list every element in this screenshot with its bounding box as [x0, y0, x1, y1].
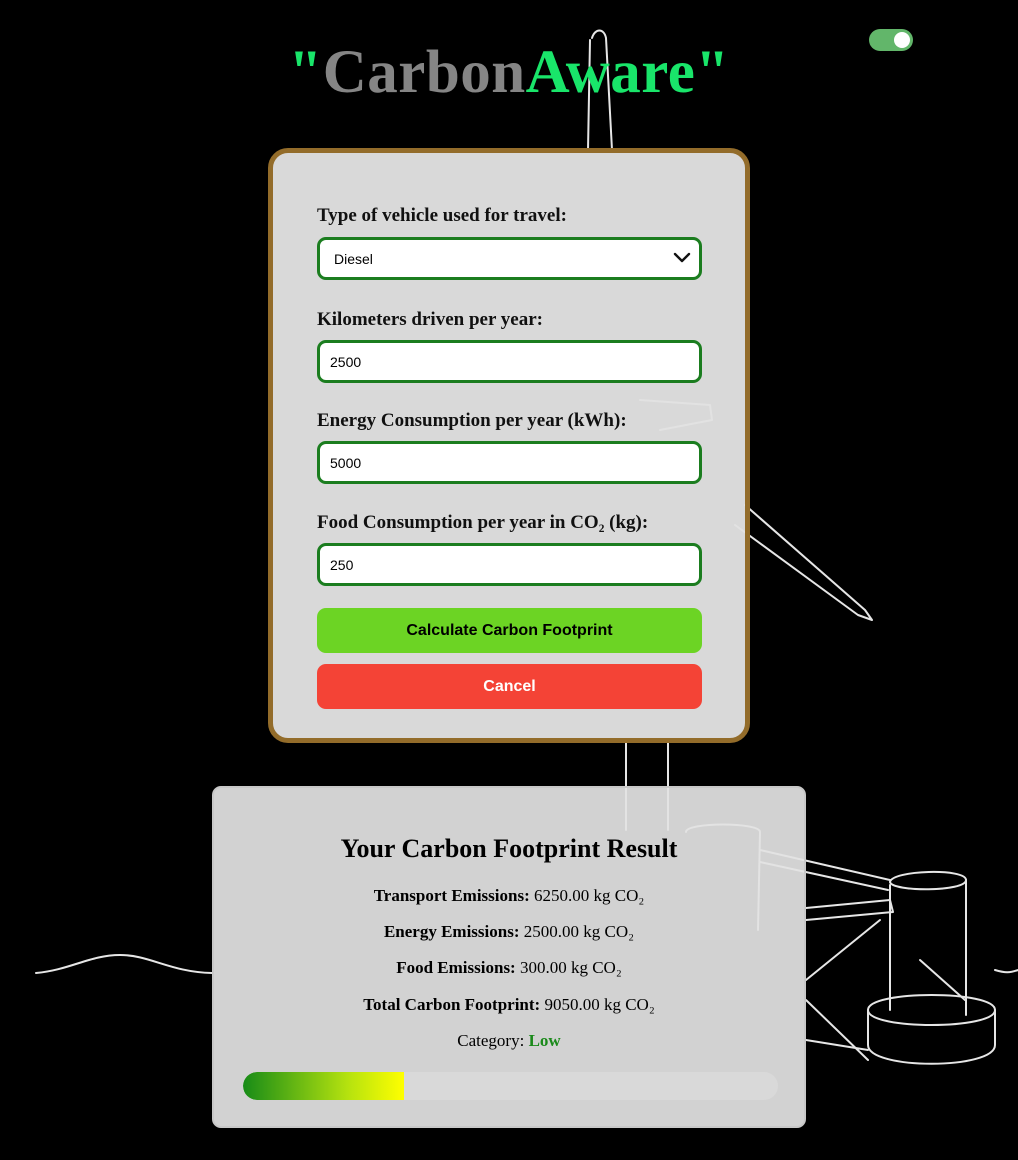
category-label: Category: — [457, 1031, 525, 1050]
title-carbon: Carbon — [322, 39, 526, 106]
total-footprint-label: Total Carbon Footprint: — [363, 995, 541, 1014]
food-emissions-line: Food Emissions: 300.00 kg CO₂ — [214, 958, 804, 978]
transport-emissions-label: Transport Emissions: — [373, 886, 530, 905]
food-emissions-label: Food Emissions: — [396, 958, 516, 977]
energy-emissions-label: Energy Emissions: — [383, 922, 520, 941]
category-value: Low — [528, 1031, 561, 1050]
category-line: Category: Low — [214, 1031, 804, 1051]
energy-input-value: 5000 — [330, 454, 362, 471]
energy-label: Energy Consumption per year (kWh): — [317, 410, 627, 431]
calculate-button[interactable]: Calculate Carbon Footprint — [317, 608, 702, 653]
total-footprint-value: 9050.00 kg CO₂ — [544, 995, 655, 1014]
title-quote-open: " — [288, 39, 323, 106]
vehicle-label: Type of vehicle used for travel: — [317, 205, 567, 226]
transport-emissions-line: Transport Emissions: 6250.00 kg CO₂ — [214, 886, 804, 906]
title-aware: Aware — [525, 39, 696, 106]
energy-emissions-line: Energy Emissions: 2500.00 kg CO₂ — [214, 922, 804, 942]
footprint-meter — [243, 1072, 778, 1100]
km-input[interactable]: 2500 — [317, 340, 702, 383]
title-quote-close: " — [695, 39, 730, 106]
food-label: Food Consumption per year in CO₂ (kg): — [317, 512, 649, 533]
km-label: Kilometers driven per year: — [317, 309, 543, 330]
vehicle-select[interactable]: Diesel — [317, 237, 702, 280]
food-input[interactable]: 250 — [317, 543, 702, 586]
result-title: Your Carbon Footprint Result — [340, 834, 678, 863]
food-emissions-value: 300.00 kg CO₂ — [519, 958, 622, 977]
total-footprint-line: Total Carbon Footprint: 9050.00 kg CO₂ — [214, 995, 804, 1015]
cancel-button[interactable]: Cancel — [317, 664, 702, 709]
result-card: Your Carbon Footprint Result Transport E… — [212, 786, 806, 1128]
footprint-meter-fill — [243, 1072, 404, 1100]
transport-emissions-value: 6250.00 kg CO₂ — [533, 886, 645, 905]
km-input-value: 2500 — [330, 353, 362, 370]
chevron-down-icon — [673, 252, 691, 263]
vehicle-select-value: Diesel — [334, 250, 373, 267]
app-title: "CarbonAware" — [0, 38, 1018, 108]
calculator-form-card: Type of vehicle used for travel: Diesel … — [268, 148, 750, 743]
energy-emissions-value: 2500.00 kg CO₂ — [523, 922, 635, 941]
energy-input[interactable]: 5000 — [317, 441, 702, 484]
food-input-value: 250 — [330, 556, 354, 573]
